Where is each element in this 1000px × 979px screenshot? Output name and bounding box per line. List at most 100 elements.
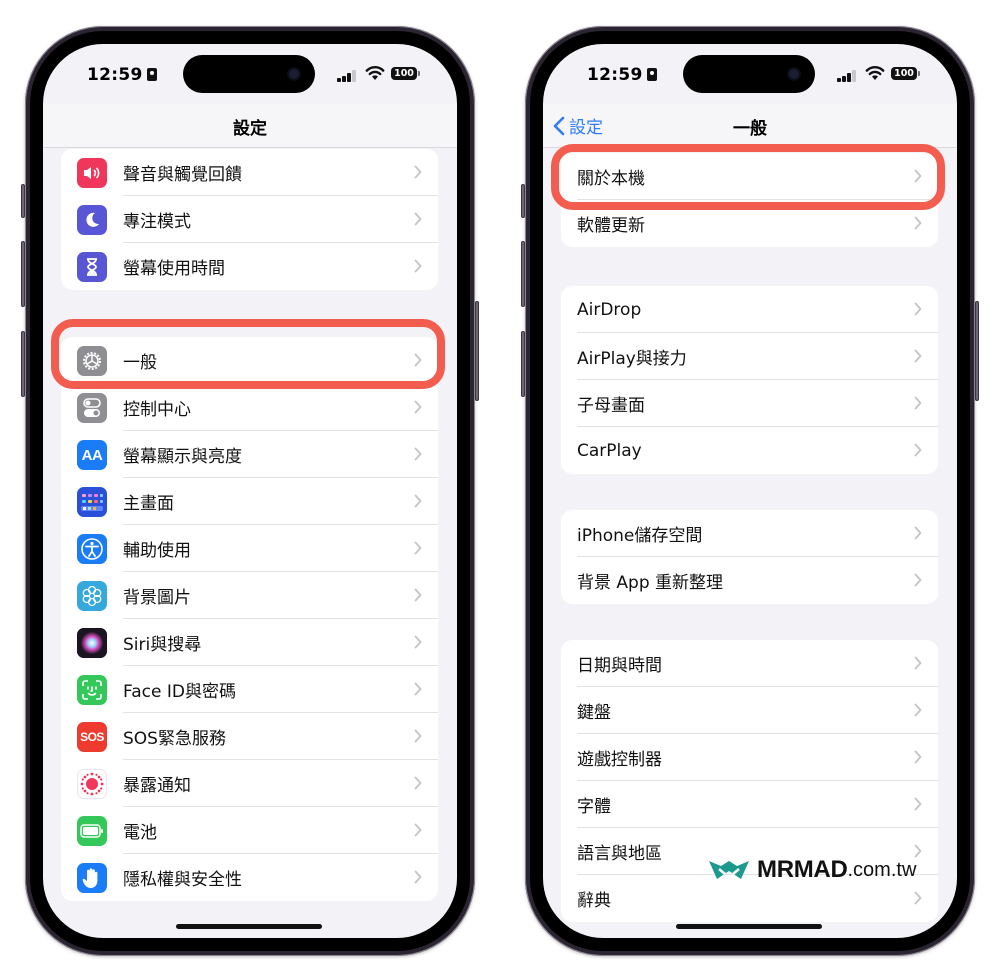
volume-up-button [521, 241, 525, 307]
status-bar: 12:59 100 [43, 44, 457, 104]
settings-row[interactable]: 控制中心 [61, 384, 438, 431]
settings-row[interactable]: 輔助使用 [61, 525, 438, 572]
power-button [475, 301, 479, 401]
home-indicator[interactable] [176, 924, 322, 929]
settings-row[interactable]: 背景圖片 [61, 572, 438, 619]
nav-bar: 設定 [43, 104, 457, 148]
settings-row[interactable]: AirPlay與接力 [561, 333, 938, 380]
settings-row[interactable]: 專注模式 [61, 196, 438, 243]
settings-row[interactable]: 字體 [561, 781, 938, 828]
settings-screen: 12:59 100 設定 聲音與觸覺回饋 專注模式螢幕使用時間 一般控制中心 AA 螢… [43, 44, 457, 938]
row-label: 聲音與觸覺回饋 [123, 165, 242, 185]
chevron-right-icon [914, 216, 922, 230]
dynamic-island [183, 55, 315, 93]
home-grid-icon [77, 487, 107, 517]
row-label: 子母畫面 [577, 396, 645, 416]
chevron-right-icon [914, 573, 922, 587]
contact-card-icon [146, 68, 157, 81]
page-title: 設定 [233, 119, 267, 139]
chevron-right-icon [414, 729, 422, 743]
settings-row[interactable]: 聲音與觸覺回饋 [61, 149, 438, 196]
chevron-right-icon [414, 212, 422, 226]
general-screen: 12:59 100 設定 一般 關於本機 軟體更新 AirDrop AirPlay與… [543, 44, 957, 938]
row-label: 螢幕顯示與亮度 [123, 447, 242, 467]
settings-group-2: 一般控制中心 AA 螢幕顯示與亮度 主畫面輔助使用背景圖片 Siri與搜尋 Face ID… [61, 337, 438, 901]
row-label: SOS緊急服務 [123, 729, 226, 749]
chevron-right-icon [414, 823, 422, 837]
accessibility-icon [77, 534, 107, 564]
volume-down-button [21, 331, 25, 397]
chevron-right-icon [414, 400, 422, 414]
chevron-right-icon [914, 169, 922, 183]
row-label: 隱私權與安全性 [123, 870, 242, 890]
row-label: 專注模式 [123, 212, 191, 232]
chevron-right-icon [414, 682, 422, 696]
chevron-right-icon [914, 396, 922, 410]
row-label: 背景圖片 [123, 588, 191, 608]
phone-left: 12:59 100 設定 聲音與觸覺回饋 專注模式螢幕使用時間 一般控制中心 AA 螢… [21, 26, 479, 956]
phone-right: 12:59 100 設定 一般 關於本機 軟體更新 AirDrop AirPlay與… [521, 26, 979, 956]
cellular-signal-icon [837, 70, 859, 82]
settings-row-highlighted[interactable]: 一般 [61, 337, 438, 384]
row-label: 輔助使用 [123, 541, 191, 561]
row-label: 辭典 [577, 891, 611, 911]
text-size-icon: AA [77, 440, 107, 470]
hourglass-icon [77, 252, 107, 282]
settings-row[interactable]: iPhone儲存空間 [561, 510, 938, 557]
chevron-right-icon [414, 776, 422, 790]
settings-row[interactable]: 螢幕使用時間 [61, 243, 438, 290]
chevron-right-icon [414, 541, 422, 555]
settings-row[interactable]: Face ID與密碼 [61, 666, 438, 713]
sos-icon: SOS [77, 722, 107, 752]
face-id-icon [77, 675, 107, 705]
row-label: Face ID與密碼 [123, 682, 236, 702]
settings-row[interactable]: AA 螢幕顯示與亮度 [61, 431, 438, 478]
settings-row[interactable]: Siri與搜尋 [61, 619, 438, 666]
page-title: 一般 [733, 119, 767, 139]
settings-row[interactable]: 子母畫面 [561, 380, 938, 427]
settings-row[interactable]: 軟體更新 [561, 200, 938, 247]
settings-row[interactable]: 日期與時間 [561, 640, 938, 687]
hand-icon [77, 863, 107, 893]
settings-row[interactable]: CarPlay [561, 427, 938, 474]
row-label: AirPlay與接力 [577, 349, 687, 369]
settings-row[interactable]: AirDrop [561, 286, 938, 333]
general-group-1: 關於本機 軟體更新 [561, 153, 938, 247]
home-indicator[interactable] [676, 924, 822, 929]
camera-icon [789, 69, 799, 79]
camera-icon [289, 69, 299, 79]
gear-icon [77, 346, 107, 376]
settings-row[interactable]: 遊戲控制器 [561, 734, 938, 781]
row-label: 背景 App 重新整理 [577, 573, 724, 593]
battery-icon [77, 816, 107, 846]
settings-row[interactable]: 主畫面 [61, 478, 438, 525]
row-label: 控制中心 [123, 400, 191, 420]
battery-indicator: 100 [391, 67, 420, 80]
row-label: 螢幕使用時間 [123, 259, 225, 279]
settings-row-highlighted[interactable]: 關於本機 [561, 153, 938, 200]
settings-row[interactable]: 電池 [61, 807, 438, 854]
row-label: 電池 [123, 823, 157, 843]
settings-row[interactable]: 鍵盤 [561, 687, 938, 734]
moon-icon [77, 205, 107, 235]
row-label: 暴露通知 [123, 776, 191, 796]
speaker-icon [77, 158, 107, 188]
dynamic-island [683, 55, 815, 93]
settings-row[interactable]: 背景 App 重新整理 [561, 557, 938, 604]
settings-row[interactable]: 暴露通知 [61, 760, 438, 807]
wifi-icon [365, 66, 385, 80]
row-label: 主畫面 [123, 494, 174, 514]
settings-row[interactable]: SOS SOS緊急服務 [61, 713, 438, 760]
contact-card-icon [646, 68, 657, 81]
icon-glyph: SOS [80, 730, 104, 744]
row-label: 字體 [577, 797, 611, 817]
power-button [975, 301, 979, 401]
settings-row[interactable]: 隱私權與安全性 [61, 854, 438, 901]
chevron-right-icon [914, 302, 922, 316]
row-label: AirDrop [577, 299, 642, 320]
status-time: 12:59 [587, 65, 657, 85]
chevron-right-icon [414, 165, 422, 179]
chevron-right-icon [914, 526, 922, 540]
general-group-2: AirDrop AirPlay與接力 子母畫面 CarPlay [561, 286, 938, 474]
chevron-right-icon [914, 349, 922, 363]
